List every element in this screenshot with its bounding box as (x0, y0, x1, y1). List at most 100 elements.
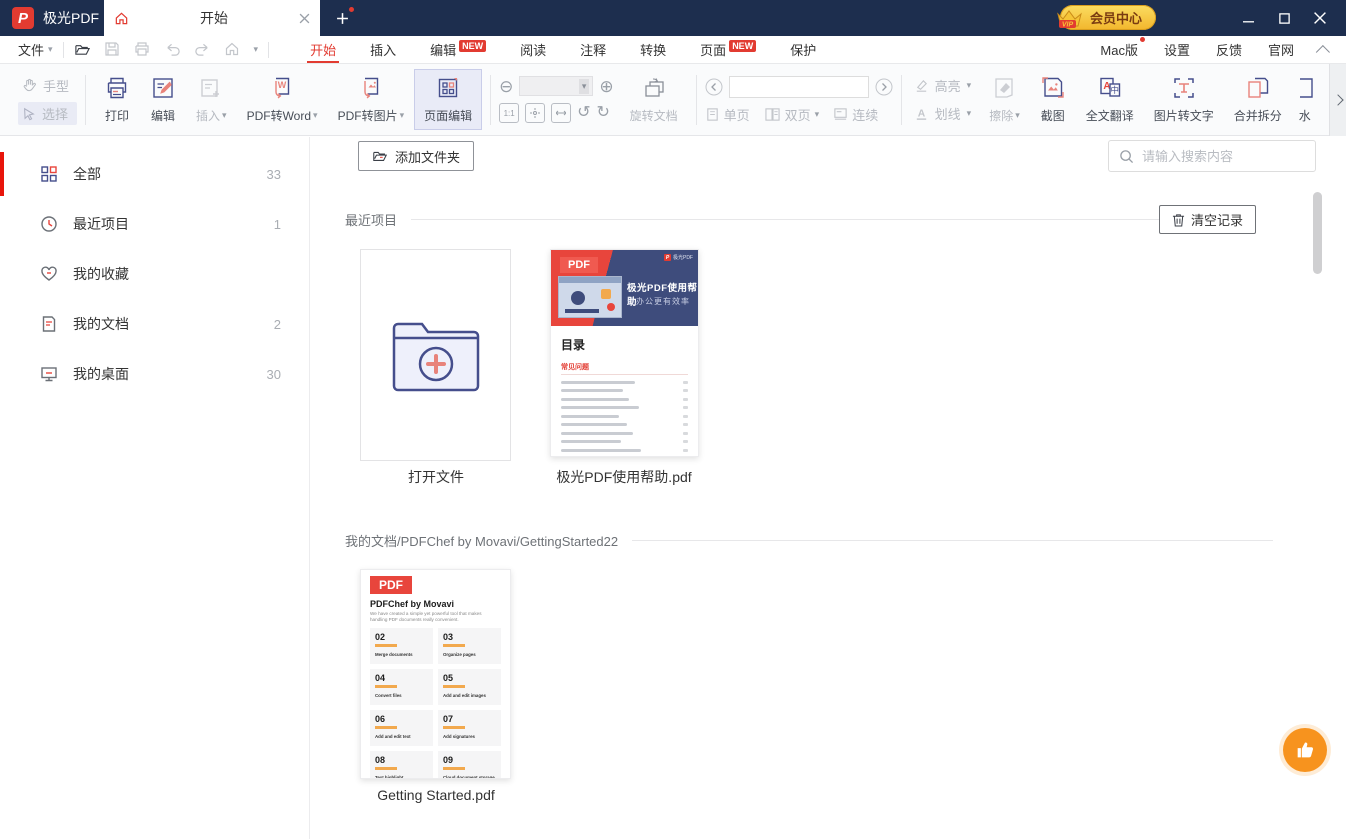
heart-icon (40, 265, 58, 283)
edit-button[interactable]: 编辑 (140, 69, 186, 130)
sidebar-item-favorites[interactable]: 我的收藏 (0, 250, 309, 298)
minimize-button[interactable] (1230, 0, 1266, 36)
open-file-label: 打开文件 (346, 467, 526, 487)
home-quick-icon[interactable] (224, 41, 241, 58)
file-menu-button[interactable]: 文件 ▾ (18, 40, 53, 59)
quick-access-dropdown-icon[interactable]: ▾ (254, 44, 259, 55)
ribbon-tab-protect[interactable]: 保护 (773, 36, 833, 63)
open-file-icon[interactable] (74, 41, 91, 58)
document-card-help-pdf[interactable]: PDF P 极光PDF 极光PDF使用帮助 让办公更有效率 目录 常见问题 (550, 249, 699, 457)
hand-icon (22, 78, 37, 93)
chevron-down-icon: ▾ (579, 79, 590, 94)
toc-section-title: 常见问题 (561, 362, 688, 375)
rotate-left-icon[interactable]: ↺ (577, 105, 590, 121)
thumbs-up-feedback-button[interactable] (1283, 728, 1327, 772)
open-file-card[interactable] (360, 249, 511, 461)
ribbon-tab-edit[interactable]: 编辑NEW (413, 36, 503, 63)
vip-member-center-button[interactable]: VIP 会员中心 (1060, 5, 1156, 30)
fit-width-button[interactable] (551, 103, 571, 123)
collapse-ribbon-icon[interactable] (1316, 45, 1330, 59)
ribbon-tab-annotate[interactable]: 注释 (563, 36, 623, 63)
next-page-icon[interactable] (875, 78, 893, 96)
add-folder-button[interactable]: 添加文件夹 (358, 141, 474, 171)
help-pdf-toc: 目录 常见问题 1 2 (551, 326, 698, 457)
image-to-text-button[interactable]: 图片转文字 (1144, 69, 1224, 130)
watermark-button-clipped[interactable]: 水 (1292, 69, 1318, 130)
sidebar-item-documents[interactable]: 我的文档 2 (0, 300, 309, 348)
help-pdf-logo: P 极光PDF (664, 254, 693, 261)
insert-icon (198, 75, 224, 101)
search-input[interactable] (1142, 149, 1292, 164)
close-button[interactable] (1302, 0, 1338, 36)
chevron-down-icon: ▾ (1015, 110, 1020, 121)
print-button[interactable]: 打印 (94, 69, 140, 130)
pdf-to-word-button[interactable]: W PDF转Word▾ (237, 69, 328, 130)
search-icon (1119, 149, 1134, 164)
document-card-getting-started[interactable]: PDF PDFChef by Movavi We have created a … (360, 569, 511, 779)
ribbon-tab-start[interactable]: 开始 (293, 36, 353, 63)
hand-tool-button[interactable]: 手型 (18, 74, 77, 97)
fit-page-button[interactable] (525, 103, 545, 123)
rotate-right-icon[interactable]: ↻ (597, 105, 610, 121)
chevron-right-icon (1332, 94, 1343, 105)
feedback-link[interactable]: 反馈 (1216, 40, 1242, 59)
previous-page-icon[interactable] (705, 78, 723, 96)
zoom-in-icon[interactable]: ⊕ (599, 78, 613, 95)
actual-size-button[interactable]: 1:1 (499, 103, 519, 123)
gs-title: PDFChef by Movavi (370, 599, 501, 609)
print-icon[interactable] (134, 41, 151, 58)
open-folder-plus-icon (388, 314, 484, 396)
app-window: P 极光PDF 开始 VIP 会员中心 (0, 0, 1346, 839)
clear-history-button[interactable]: 清空记录 (1159, 205, 1256, 234)
screenshot-button[interactable]: 截图 (1030, 69, 1076, 130)
merge-split-button[interactable]: 合并拆分 (1224, 69, 1292, 130)
search-box[interactable] (1108, 140, 1316, 172)
zoom-group: ⊖ ▾ ⊕ 1:1 ↺ ↻ (499, 76, 614, 123)
chevron-down-icon: ▾ (815, 109, 820, 120)
website-link[interactable]: 官网 (1268, 40, 1294, 59)
double-page-icon (764, 107, 781, 122)
undo-icon[interactable] (164, 41, 181, 58)
ribbon-tab-page[interactable]: 页面NEW (683, 36, 773, 63)
redo-icon[interactable] (194, 41, 211, 58)
new-tab-button[interactable] (332, 8, 352, 28)
ribbon-tab-read[interactable]: 阅读 (503, 36, 563, 63)
sidebar-item-desktop[interactable]: 我的桌面 30 (0, 350, 309, 398)
sidebar-item-recent[interactable]: 最近项目 1 (0, 200, 309, 248)
help-pdf-illustration (558, 276, 622, 318)
page-number-input[interactable] (729, 76, 869, 98)
help-pdf-subtitle: 让办公更有效率 (627, 296, 690, 307)
divider (411, 219, 1173, 220)
ribbon-tab-convert[interactable]: 转换 (623, 36, 683, 63)
maximize-button[interactable] (1266, 0, 1302, 36)
tab-close-icon[interactable] (299, 13, 310, 24)
page-navigation-group: 单页 双页 ▾ 连续 (705, 76, 893, 124)
new-tab-notification-dot (349, 7, 354, 12)
tab-home[interactable]: 开始 (104, 0, 320, 36)
pdf-badge: PDF (370, 576, 412, 594)
settings-link[interactable]: 设置 (1164, 40, 1190, 59)
vertical-scrollbar-thumb[interactable] (1313, 192, 1322, 274)
folder-section-title: 我的文档/PDFChef by Movavi/GettingStarted22 (345, 531, 618, 550)
file-menu-label: 文件 (18, 40, 44, 59)
full-text-translate-button[interactable]: A中 全文翻译 (1076, 69, 1144, 130)
mac-version-link[interactable]: Mac版 (1100, 40, 1138, 59)
svg-text:W: W (278, 80, 287, 90)
zoom-level-select[interactable]: ▾ (519, 76, 593, 96)
save-icon[interactable] (104, 41, 121, 58)
ribbon-expand-button[interactable] (1329, 64, 1346, 136)
page-edit-button[interactable]: 页面编辑 (414, 69, 482, 130)
ribbon-tab-strip: 开始 插入 编辑NEW 阅读 注释 转换 页面NEW 保护 (293, 36, 833, 63)
highlight-button: 高亮▾ (910, 74, 980, 97)
sidebar-item-all[interactable]: 全部 33 (0, 150, 309, 198)
recent-section-header: 最近项目 (345, 210, 1173, 229)
folder-section-header: 我的文档/PDFChef by Movavi/GettingStarted22 (345, 531, 1273, 550)
ribbon-tab-insert[interactable]: 插入 (353, 36, 413, 63)
erase-button: 擦除▾ (979, 69, 1030, 130)
chevron-down-icon: ▾ (222, 110, 227, 121)
zoom-out-icon[interactable]: ⊖ (499, 78, 513, 95)
pdf-to-image-button[interactable]: PDF转图片▾ (328, 69, 415, 130)
menubar: 文件 ▾ ▾ 开始 (0, 36, 1346, 64)
chevron-down-icon: ▾ (48, 44, 53, 55)
select-tool-button[interactable]: 选择 (18, 102, 77, 125)
